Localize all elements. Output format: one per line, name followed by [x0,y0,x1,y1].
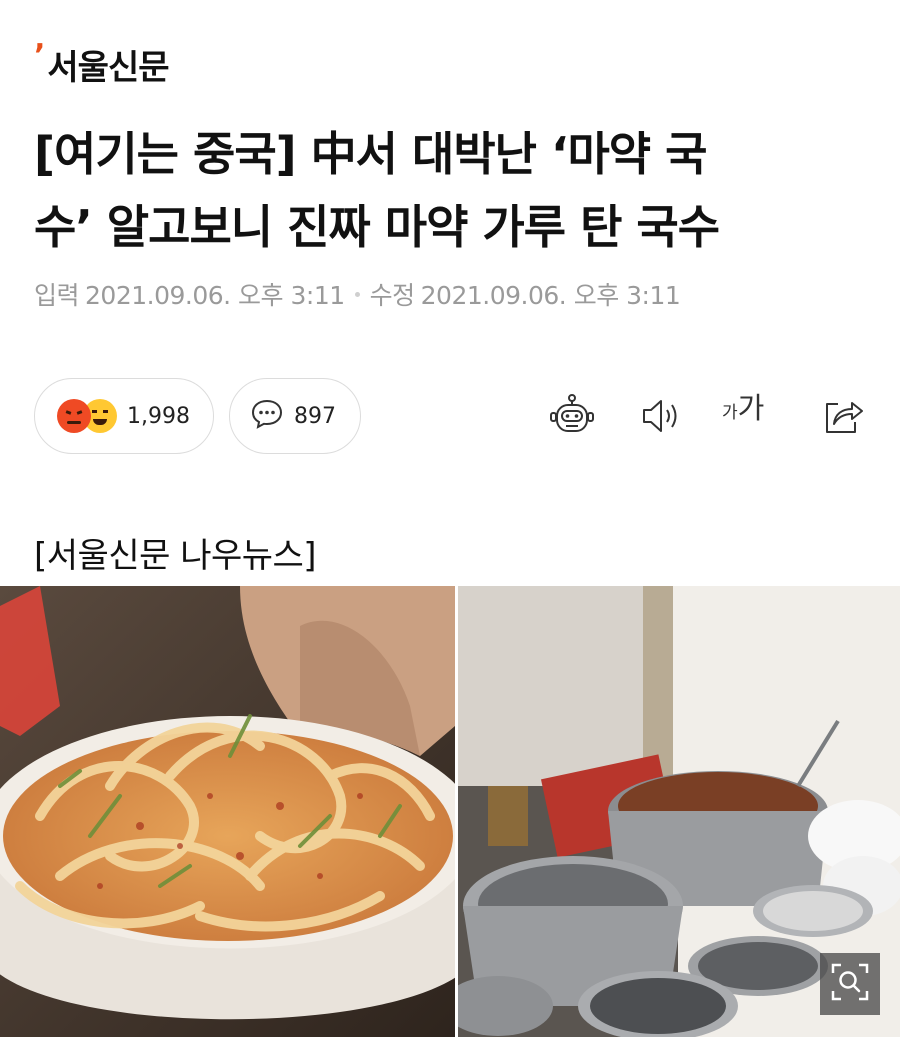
comment-count: 897 [294,403,336,429]
input-date: 2021.09.06. 오후 3:11 [85,281,345,310]
dot-separator [354,291,360,297]
dateline: 입력 2021.09.06. 오후 3:11 수정 2021.09.06. 오후… [34,276,681,312]
article-title-line2: 수’ 알고보니 진짜 마약 가루 탄 국수 [34,200,720,254]
noodle-dish-photo[interactable] [0,586,455,1037]
zoom-magnifier-icon [830,962,870,1006]
font-size-icon[interactable]: 가 가 [722,393,764,423]
brand-logo[interactable]: ’ 서울신문 [34,38,170,94]
font-size-small-label: 가 [722,403,738,423]
article-title-line1: [여기는 중국] 中서 대박난 ‘마약 국 [34,127,707,181]
image-zoom-button[interactable] [820,953,880,1015]
modified-label: 수정 [369,281,416,310]
brand-name: 서울신문 [47,48,169,88]
input-label: 입력 [34,281,80,310]
speaker-icon[interactable] [637,390,687,442]
comment-icon [250,398,284,434]
share-icon[interactable] [818,390,868,442]
comment-button[interactable]: 897 [229,378,361,454]
logo-mark-icon: ’ [34,38,46,73]
article-source-caption: [서울신문 나우뉴스] [34,536,317,576]
article-title: [여기는 중국] 中서 대박난 ‘마약 국 수’ 알고보니 진짜 마약 가루 탄… [34,118,874,264]
font-size-big-label: 가 [737,391,765,425]
angry-emoji-icon [57,399,91,433]
kitchen-pots-photo[interactable] [458,586,900,1037]
reaction-button[interactable]: 1,998 [34,378,214,454]
robot-icon[interactable] [547,390,597,442]
modified-date: 2021.09.06. 오후 3:11 [420,281,681,310]
reaction-count: 1,998 [127,403,190,429]
